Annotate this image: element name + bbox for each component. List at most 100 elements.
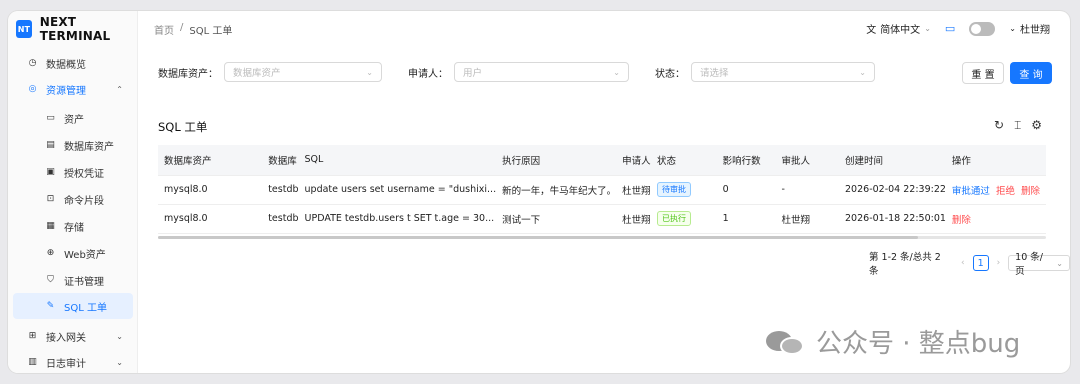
table-title: SQL 工单 <box>158 120 208 134</box>
pagination-summary: 第 1-2 条/总共 2 条 <box>869 252 941 277</box>
delete-link[interactable]: 删除 <box>1021 186 1040 197</box>
table-row: mysql8.0 testdb UPDATE testdb.users t SE… <box>158 204 1046 234</box>
db-asset-select[interactable]: 数据库资产 ⌄ <box>224 62 382 82</box>
page-size-select[interactable]: 10 条/页 ⌄ <box>1008 252 1070 277</box>
cell-asset: mysql8.0 <box>158 204 263 234</box>
db-asset-label: 数据库资产： <box>158 68 218 80</box>
sidebar-item-label: 资产 <box>64 114 84 126</box>
applicant-select[interactable]: 用户 ⌄ <box>454 62 629 82</box>
chevron-down-icon: ⌄ <box>613 67 620 77</box>
cell-applicant: 杜世翔 <box>616 175 651 205</box>
chevron-down-icon: ⌄ <box>924 24 931 33</box>
cell-rows-affected: 0 <box>716 175 776 205</box>
col-header: 数据库 <box>262 145 299 176</box>
cell-applicant: 杜世翔 <box>616 204 651 234</box>
sidebar-item-audit[interactable]: ▥ 日志审计 ⌄ <box>13 349 133 373</box>
breadcrumb: 首页 / SQL 工单 <box>154 22 232 37</box>
breadcrumb-current: SQL 工单 <box>189 25 233 37</box>
status-badge: 已执行 <box>656 211 691 226</box>
resource-icon: ◎ <box>28 84 37 94</box>
brand-name: NEXT TERMINAL <box>39 15 111 43</box>
cell-created: 2026-02-04 22:39:22 <box>839 175 946 205</box>
settings-icon[interactable]: ⚙ <box>1031 118 1042 133</box>
status-select[interactable]: 请选择 ⌄ <box>691 62 875 82</box>
chevron-down-icon: ⌄ <box>116 331 123 341</box>
breadcrumb-home[interactable]: 首页 <box>154 22 174 37</box>
cell-reason: 新的一年，牛马年纪大了。 <box>496 175 617 205</box>
topbar: 首页 / SQL 工单 文 简体中文 ⌄ ▭ ⌄ 杜世翔 <box>138 11 1070 47</box>
sidebar-item-commands[interactable]: ⊡ 命令片段 <box>13 186 133 212</box>
edit-icon: ✎ <box>46 301 55 311</box>
col-header: 审批人 <box>775 145 840 176</box>
sidebar-item-label: 证书管理 <box>64 276 104 288</box>
scrollbar-thumb[interactable] <box>158 236 918 239</box>
sidebar-item-certificates[interactable]: ⛉ 证书管理 <box>13 267 133 293</box>
sidebar-item-gateway[interactable]: ⊞ 接入网关 ⌄ <box>13 323 133 349</box>
reload-icon[interactable]: ↻ <box>994 118 1004 133</box>
cell-approver: 杜世翔 <box>775 204 840 234</box>
pagination: 第 1-2 条/总共 2 条 ‹ 1 › 10 条/页 ⌄ <box>869 249 1070 277</box>
table-row: mysql8.0 testdb update users set usernam… <box>158 175 1046 205</box>
next-page-icon[interactable]: › <box>997 258 1001 268</box>
sidebar-item-label: 接入网关 <box>46 332 86 344</box>
cell-status: 待审批 <box>650 175 717 205</box>
sidebar-item-credentials[interactable]: ▣ 授权凭证 <box>13 159 133 185</box>
applicant-placeholder: 用户 <box>463 68 483 79</box>
cell-db: testdb <box>262 175 299 205</box>
reject-link[interactable]: 拒绝 <box>996 186 1015 197</box>
theme-toggle[interactable] <box>969 21 996 36</box>
sidebar-item-assets[interactable]: ▭ 资产 <box>13 105 133 131</box>
table-header-row: 数据库资产 数据库 SQL 执行原因 申请人 状态 影响行数 审批人 创建时间 … <box>158 145 1046 176</box>
status-badge: 待审批 <box>656 182 691 197</box>
main-content: 首页 / SQL 工单 文 简体中文 ⌄ ▭ ⌄ 杜世翔 数据库资产： 数据库资… <box>138 11 1070 373</box>
horizontal-scrollbar[interactable] <box>158 236 1046 239</box>
cell-asset: mysql8.0 <box>158 175 263 205</box>
language-switcher[interactable]: 文 简体中文 ⌄ <box>866 21 931 36</box>
reset-button[interactable]: 重 置 <box>962 62 1004 84</box>
sidebar-item-label: 资源管理 <box>46 85 86 97</box>
cell-actions: 删除 <box>945 204 1046 234</box>
query-button[interactable]: 查 询 <box>1010 62 1052 84</box>
column-height-icon[interactable]: ⌶ <box>1014 118 1021 133</box>
user-menu[interactable]: ⌄ 杜世翔 <box>1009 21 1050 36</box>
col-header: 状态 <box>650 145 717 176</box>
sidebar-item-storage[interactable]: ▦ 存储 <box>13 213 133 239</box>
laptop-icon[interactable]: ▭ <box>945 22 955 35</box>
sidebar-item-web-assets[interactable]: ⊕ Web资产 <box>13 240 133 266</box>
cell-created: 2026-01-18 22:50:01 <box>839 204 946 234</box>
sidebar-item-resources[interactable]: ◎ 资源管理 ⌃ <box>13 76 133 102</box>
filter-bar: 数据库资产： 数据库资产 ⌄ 申请人： 用户 ⌄ 状态： 请选择 ⌄ <box>158 62 875 82</box>
sidebar-item-label: Web资产 <box>64 249 106 261</box>
credential-icon: ▣ <box>46 167 55 177</box>
chevron-down-icon: ⌄ <box>116 357 123 367</box>
cell-approver: - <box>775 175 840 205</box>
user-name: 杜世翔 <box>1020 25 1050 36</box>
prev-page-icon[interactable]: ‹ <box>961 258 965 268</box>
status-placeholder: 请选择 <box>700 68 729 79</box>
col-header: 执行原因 <box>496 145 617 176</box>
sidebar-item-label: 命令片段 <box>64 195 104 207</box>
chevron-up-icon: ⌃ <box>116 84 123 94</box>
sidebar-item-sql-orders[interactable]: ✎ SQL 工单 <box>13 293 133 319</box>
sidebar-item-overview[interactable]: ◷ 数据概览 <box>13 50 133 76</box>
status-label: 状态： <box>655 68 685 80</box>
applicant-label: 申请人： <box>408 68 448 80</box>
page-number[interactable]: 1 <box>972 255 989 271</box>
cell-db: testdb <box>262 204 299 234</box>
chevron-down-icon: ⌄ <box>1009 24 1016 33</box>
sidebar-item-label: 日志审计 <box>46 358 86 370</box>
cell-reason: 测试一下 <box>496 204 617 234</box>
sidebar-item-label: SQL 工单 <box>64 302 107 314</box>
sidebar-item-db-assets[interactable]: ▤ 数据库资产 <box>13 132 133 158</box>
approve-link[interactable]: 审批通过 <box>952 186 990 197</box>
delete-link[interactable]: 删除 <box>952 215 971 226</box>
sidebar-item-label: 授权凭证 <box>64 168 104 180</box>
logo: NT <box>16 20 32 38</box>
gateway-icon: ⊞ <box>28 331 37 341</box>
log-icon: ▥ <box>28 357 37 367</box>
col-header: 申请人 <box>616 145 651 176</box>
cell-sql: update users set username = "dushixi... <box>298 175 497 205</box>
col-header: 创建时间 <box>839 145 946 176</box>
sidebar-item-label: 数据概览 <box>46 59 86 71</box>
chevron-down-icon: ⌄ <box>1056 258 1063 268</box>
